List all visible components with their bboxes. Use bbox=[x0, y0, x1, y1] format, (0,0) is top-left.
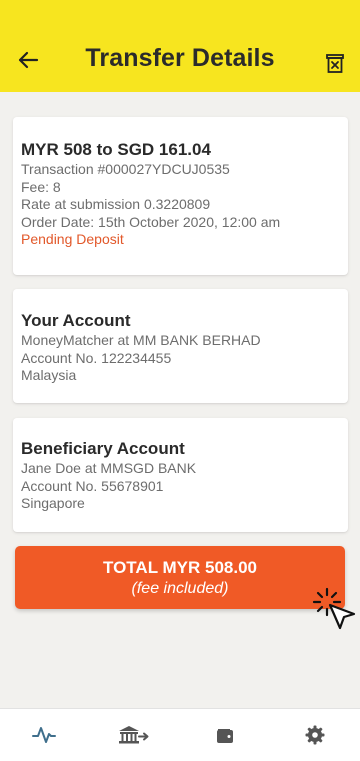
beneficiary-bank: Jane Doe at MMSGD BANK bbox=[21, 460, 197, 476]
status-text: Pending Deposit bbox=[21, 231, 124, 247]
transfer-amount-title: MYR 508 to SGD 161.04 bbox=[21, 140, 211, 159]
your-account-number: Account No. 122234455 bbox=[21, 349, 172, 366]
bottom-navigation bbox=[0, 708, 360, 761]
app-header: Transfer Details bbox=[0, 0, 360, 92]
page-title: Transfer Details bbox=[85, 44, 275, 72]
gear-icon bbox=[305, 725, 325, 745]
activity-icon bbox=[32, 727, 56, 743]
beneficiary-country: Singapore bbox=[21, 495, 85, 511]
trash-box-icon bbox=[326, 54, 344, 73]
nav-activity[interactable] bbox=[28, 723, 60, 747]
transfer-summary-card: MYR 508 to SGD 161.04 Transaction #00002… bbox=[13, 117, 348, 275]
nav-bank-transfer[interactable] bbox=[118, 723, 150, 747]
nav-wallet[interactable] bbox=[209, 723, 241, 747]
beneficiary-account-card: Beneficiary Account Jane Doe at MMSGD BA… bbox=[13, 418, 348, 532]
beneficiary-title: Beneficiary Account bbox=[21, 439, 185, 458]
your-account-bank: MoneyMatcher at MM BANK BERHAD bbox=[21, 332, 261, 348]
your-account-country: Malaysia bbox=[21, 367, 77, 383]
your-account-card: Your Account MoneyMatcher at MM BANK BER… bbox=[13, 289, 348, 403]
order-date: Order Date: 15th October 2020, 12:00 am bbox=[21, 213, 281, 230]
delete-button[interactable] bbox=[322, 50, 348, 76]
fee-text: Fee: 8 bbox=[21, 178, 61, 195]
nav-settings[interactable] bbox=[299, 723, 331, 747]
total-label: TOTAL MYR 508.00 bbox=[103, 558, 257, 577]
transaction-id: Transaction #000027YDCUJ0535 bbox=[21, 161, 230, 177]
bank-transfer-icon bbox=[119, 726, 149, 744]
your-account-title: Your Account bbox=[21, 311, 131, 330]
wallet-icon bbox=[217, 729, 233, 743]
fee-included-label: (fee included) bbox=[131, 580, 229, 597]
beneficiary-account-number: Account No. 55678901 bbox=[21, 477, 164, 494]
click-cursor-icon bbox=[312, 587, 356, 630]
rate-text: Rate at submission 0.3220809 bbox=[21, 196, 211, 212]
total-button[interactable]: TOTAL MYR 508.00 (fee included) bbox=[15, 546, 345, 609]
